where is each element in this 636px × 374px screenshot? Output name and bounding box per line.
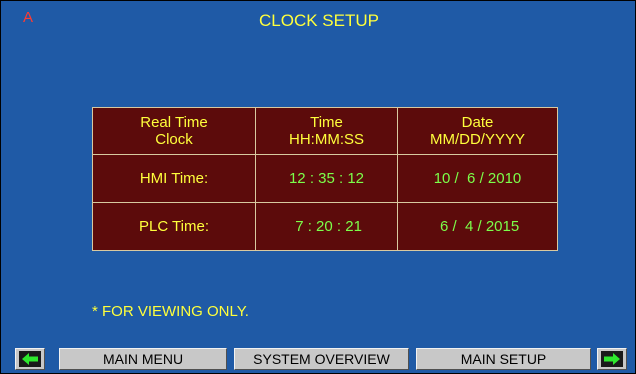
header-cell-time: Time HH:MM:SS	[255, 107, 398, 155]
hmi-date-value[interactable]: 10 / 6 / 2010	[397, 154, 558, 203]
header-cell-real-time-clock: Real Time Clock	[92, 107, 256, 155]
header-line: Date	[461, 114, 494, 131]
viewing-only-note: * FOR VIEWING ONLY.	[92, 303, 249, 320]
main-setup-button[interactable]: MAIN SETUP	[416, 348, 591, 370]
plc-date-value: 6 / 4 / 2015	[397, 202, 558, 251]
header-line: Clock	[155, 131, 193, 148]
table-row-plc-time: PLC Time: 7 : 20 : 21 6 / 4 / 2015	[92, 202, 558, 251]
header-line: MM/DD/YYYY	[429, 131, 525, 148]
navigation-bar: MAIN MENU SYSTEM OVERVIEW MAIN SETUP	[15, 348, 627, 372]
row-label: PLC Time:	[92, 202, 256, 251]
page-title: CLOCK SETUP	[259, 11, 379, 30]
header-line: Time	[310, 114, 343, 131]
row-label: HMI Time:	[92, 154, 256, 203]
hmi-time-value[interactable]: 12 : 35 : 12	[255, 154, 398, 203]
header-cell-date: Date MM/DD/YYYY	[397, 107, 558, 155]
clock-table: Real Time Clock Time HH:MM:SS Date MM/DD…	[92, 107, 558, 251]
hmi-screen: A CLOCK SETUP Real Time Clock Time HH:MM…	[0, 0, 636, 374]
plc-time-value: 7 : 20 : 21	[255, 202, 398, 251]
previous-screen-button[interactable]	[15, 348, 45, 370]
right-arrow-icon	[601, 351, 623, 367]
header-line: Real Time	[140, 114, 208, 131]
next-screen-button[interactable]	[597, 348, 627, 370]
header-line: HH:MM:SS	[289, 131, 364, 148]
left-arrow-icon	[19, 351, 41, 367]
main-menu-button[interactable]: MAIN MENU	[59, 348, 227, 370]
table-header-row: Real Time Clock Time HH:MM:SS Date MM/DD…	[92, 107, 558, 155]
system-overview-button[interactable]: SYSTEM OVERVIEW	[234, 348, 409, 370]
table-row-hmi-time: HMI Time: 12 : 35 : 12 10 / 6 / 2010	[92, 154, 558, 203]
